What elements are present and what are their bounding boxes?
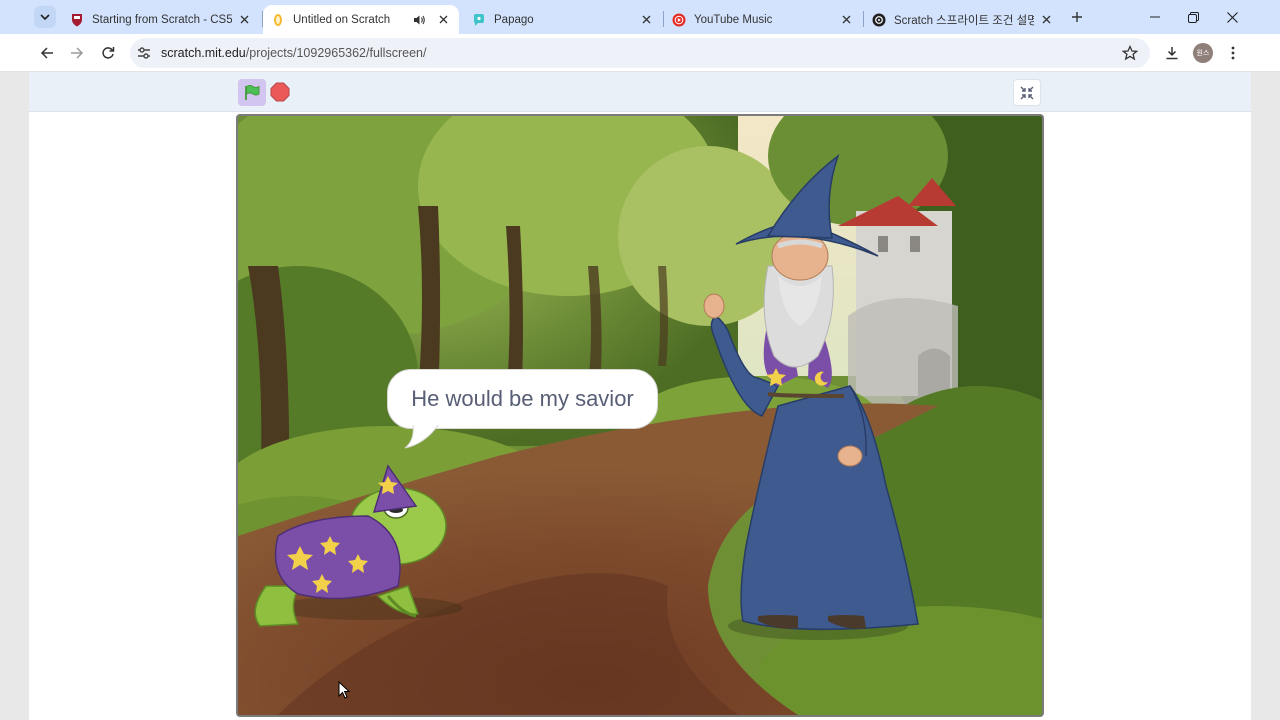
tab-untitled-on-scratch[interactable]: Untitled on Scratch	[263, 5, 459, 34]
exit-fullscreen-icon	[1020, 86, 1034, 99]
speech-bubble-text: He would be my savior	[411, 386, 634, 411]
more-vert-icon	[1231, 46, 1235, 60]
minimize-window-button[interactable]	[1143, 6, 1167, 28]
browser-tab-strip: Starting from Scratch - CS50... Untitled…	[0, 0, 1280, 34]
arrow-right-icon	[71, 47, 84, 59]
close-tab-icon[interactable]	[1038, 12, 1054, 28]
speech-bubble-tail	[404, 424, 440, 449]
bookmark-star-icon[interactable]	[1122, 45, 1138, 61]
profile-avatar[interactable]: 원스	[1193, 43, 1213, 63]
scratch-icon	[271, 13, 285, 27]
site-settings-icon[interactable]	[136, 45, 152, 61]
tab-title: Starting from Scratch - CS50...	[92, 13, 232, 26]
tab-title: YouTube Music	[694, 13, 773, 26]
left-gutter	[0, 72, 29, 720]
tab-title: Untitled on Scratch	[293, 13, 391, 26]
tab-title: Scratch 스프라이트 조건 설명	[894, 14, 1034, 27]
close-icon	[1226, 11, 1238, 23]
right-gutter	[1251, 72, 1280, 720]
mouse-cursor-icon	[338, 681, 350, 699]
restore-window-button[interactable]	[1181, 6, 1205, 28]
forward-button[interactable]	[66, 42, 88, 64]
tab-search-button[interactable]	[34, 6, 56, 28]
stage-control-bar	[29, 72, 1251, 112]
reload-icon	[102, 47, 115, 59]
url-domain: scratch.mit.edu	[161, 46, 246, 60]
harvard-shield-icon	[70, 13, 84, 27]
minimize-icon	[1150, 16, 1160, 18]
profile-initials: 원스	[1196, 50, 1210, 57]
chevron-down-icon	[40, 14, 50, 21]
tab-scratch-sprite-explain[interactable]: Scratch 스프라이트 조건 설명	[864, 5, 1062, 34]
speech-bubble: He would be my savior	[387, 369, 658, 429]
plus-icon	[1072, 12, 1082, 22]
stop-button[interactable]	[269, 81, 291, 103]
close-tab-icon[interactable]	[838, 12, 854, 28]
reload-button[interactable]	[97, 42, 119, 64]
tab-papago[interactable]: Papago	[464, 5, 662, 34]
chatgpt-icon	[872, 13, 886, 27]
exit-fullscreen-button[interactable]	[1013, 79, 1041, 106]
restore-icon	[1187, 11, 1199, 23]
tab-youtube-music[interactable]: YouTube Music	[664, 5, 862, 34]
close-tab-icon[interactable]	[236, 12, 252, 28]
tab-cs50[interactable]: Starting from Scratch - CS50...	[62, 5, 260, 34]
close-window-button[interactable]	[1220, 6, 1244, 28]
browser-toolbar: scratch.mit.edu/projects/1092965362/full…	[0, 34, 1280, 72]
download-icon	[1166, 47, 1178, 60]
close-tab-icon[interactable]	[638, 12, 654, 28]
close-tab-icon[interactable]	[435, 12, 451, 28]
papago-icon	[472, 13, 486, 27]
castle	[838, 178, 958, 406]
url-text[interactable]: scratch.mit.edu/projects/1092965362/full…	[161, 46, 426, 60]
downloads-button[interactable]	[1162, 43, 1182, 63]
browser-menu-button[interactable]	[1223, 43, 1243, 63]
youtube-music-icon	[672, 13, 686, 27]
audio-playing-icon[interactable]	[411, 12, 427, 28]
address-bar[interactable]: scratch.mit.edu/projects/1092965362/full…	[130, 38, 1150, 68]
green-flag-icon	[245, 84, 260, 100]
green-flag-button[interactable]	[238, 79, 266, 106]
url-path: /projects/1092965362/fullscreen/	[245, 46, 427, 60]
new-tab-button[interactable]	[1068, 8, 1086, 26]
stop-sign-icon	[270, 82, 290, 102]
back-button[interactable]	[36, 42, 58, 64]
arrow-left-icon	[40, 47, 53, 59]
tab-title: Papago	[494, 13, 534, 26]
